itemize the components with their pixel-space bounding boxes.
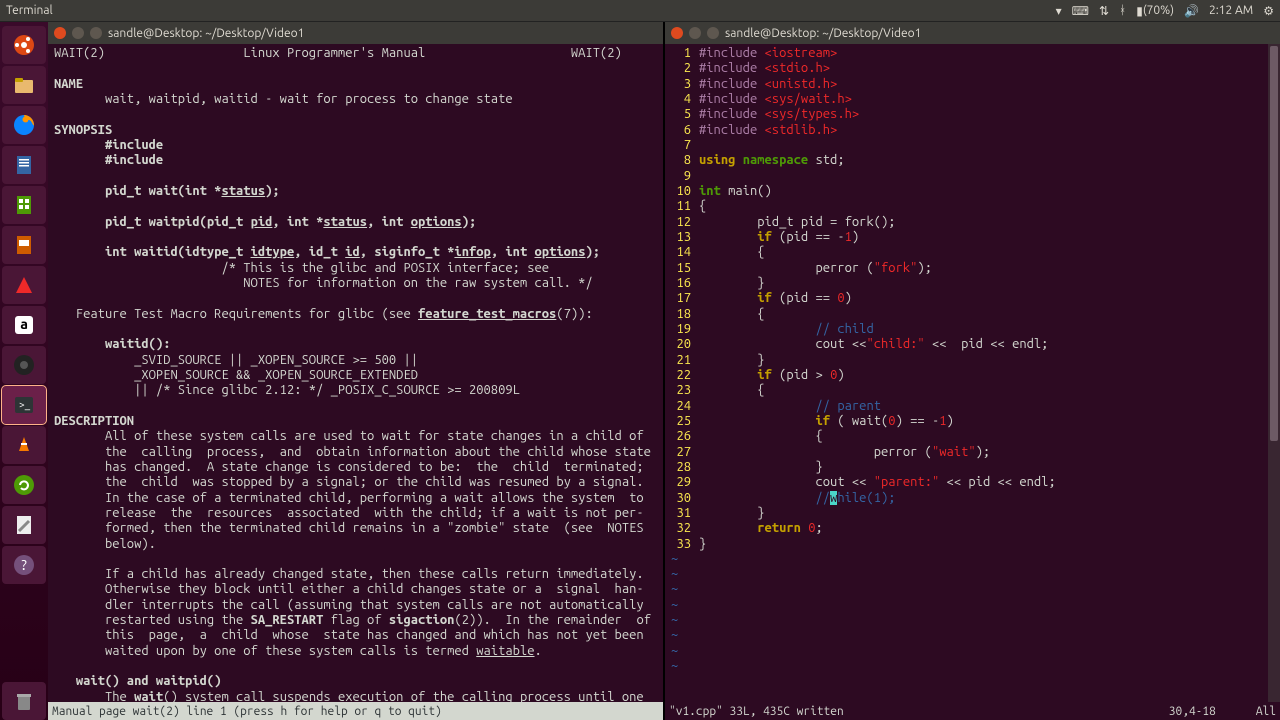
volume-icon[interactable]: 🔊 <box>1184 4 1199 18</box>
firefox-icon[interactable] <box>2 106 46 144</box>
maximize-icon[interactable] <box>707 27 719 39</box>
scrollbar[interactable] <box>1268 44 1280 702</box>
vim-status-bar: "v1.cpp" 33L, 435C written 30,4-18 All <box>665 702 1280 720</box>
svg-text:a: a <box>20 316 28 332</box>
calc-icon[interactable] <box>2 186 46 224</box>
clock[interactable]: 2:12 AM <box>1209 4 1253 17</box>
man-status-bar: Manual page wait(2) line 1 (press h for … <box>48 702 663 720</box>
unity-launcher[interactable]: a >_? <box>0 22 48 720</box>
svg-text:>_: >_ <box>19 399 31 410</box>
top-menubar[interactable]: Terminal ▾ ⌨ ⇅ ᚼ ▮(70%) 🔊 2:12 AM ⚙ <box>0 0 1280 22</box>
minimize-icon[interactable] <box>72 27 84 39</box>
close-icon[interactable] <box>54 27 66 39</box>
amazon-icon[interactable]: a <box>2 306 46 344</box>
left-terminal-pane[interactable]: sandle@Desktop: ~/Desktop/Video1 WAIT(2)… <box>48 22 663 720</box>
gedit-icon[interactable] <box>2 506 46 544</box>
files-icon[interactable] <box>2 66 46 104</box>
vim-editor-content[interactable]: 1#include <iostream> 2#include <stdio.h>… <box>665 44 1268 702</box>
network-icon[interactable]: ⇅ <box>1099 4 1109 18</box>
right-titlebar[interactable]: sandle@Desktop: ~/Desktop/Video1 <box>665 22 1280 44</box>
vlc-indicator-icon[interactable]: ▾ <box>1056 4 1062 18</box>
obs-icon[interactable] <box>2 346 46 384</box>
app-title: Terminal <box>6 4 53 17</box>
vim-scroll-pct: All <box>1256 705 1276 718</box>
close-icon[interactable] <box>671 27 683 39</box>
vim-cursor-pos: 30,4-18 <box>1169 705 1216 718</box>
gear-icon[interactable]: ⚙ <box>1263 4 1274 18</box>
left-titlebar[interactable]: sandle@Desktop: ~/Desktop/Video1 <box>48 22 663 44</box>
updates-icon[interactable] <box>2 466 46 504</box>
terminal-icon[interactable]: >_ <box>2 386 46 424</box>
vim-file-info: "v1.cpp" 33L, 435C written <box>669 705 844 718</box>
dash-icon[interactable] <box>2 26 46 64</box>
writer-icon[interactable] <box>2 146 46 184</box>
trash-icon[interactable] <box>2 682 46 720</box>
right-window-title: sandle@Desktop: ~/Desktop/Video1 <box>725 27 921 40</box>
impress-icon[interactable] <box>2 226 46 264</box>
vlc-icon[interactable] <box>2 426 46 464</box>
battery-indicator[interactable]: ▮(70%) <box>1136 4 1174 18</box>
anydesk-icon[interactable] <box>2 266 46 304</box>
keyboard-icon[interactable]: ⌨ <box>1072 4 1089 18</box>
man-page-content[interactable]: WAIT(2) Linux Programmer's Manual WAIT(2… <box>48 44 663 702</box>
minimize-icon[interactable] <box>689 27 701 39</box>
maximize-icon[interactable] <box>90 27 102 39</box>
system-indicators[interactable]: ▾ ⌨ ⇅ ᚼ ▮(70%) 🔊 2:12 AM ⚙ <box>1056 4 1274 18</box>
right-terminal-pane[interactable]: sandle@Desktop: ~/Desktop/Video1 1#inclu… <box>663 22 1280 720</box>
help-icon[interactable]: ? <box>2 546 46 584</box>
left-window-title: sandle@Desktop: ~/Desktop/Video1 <box>108 27 304 40</box>
svg-text:?: ? <box>20 557 28 573</box>
bluetooth-icon[interactable]: ᚼ <box>1119 4 1126 17</box>
